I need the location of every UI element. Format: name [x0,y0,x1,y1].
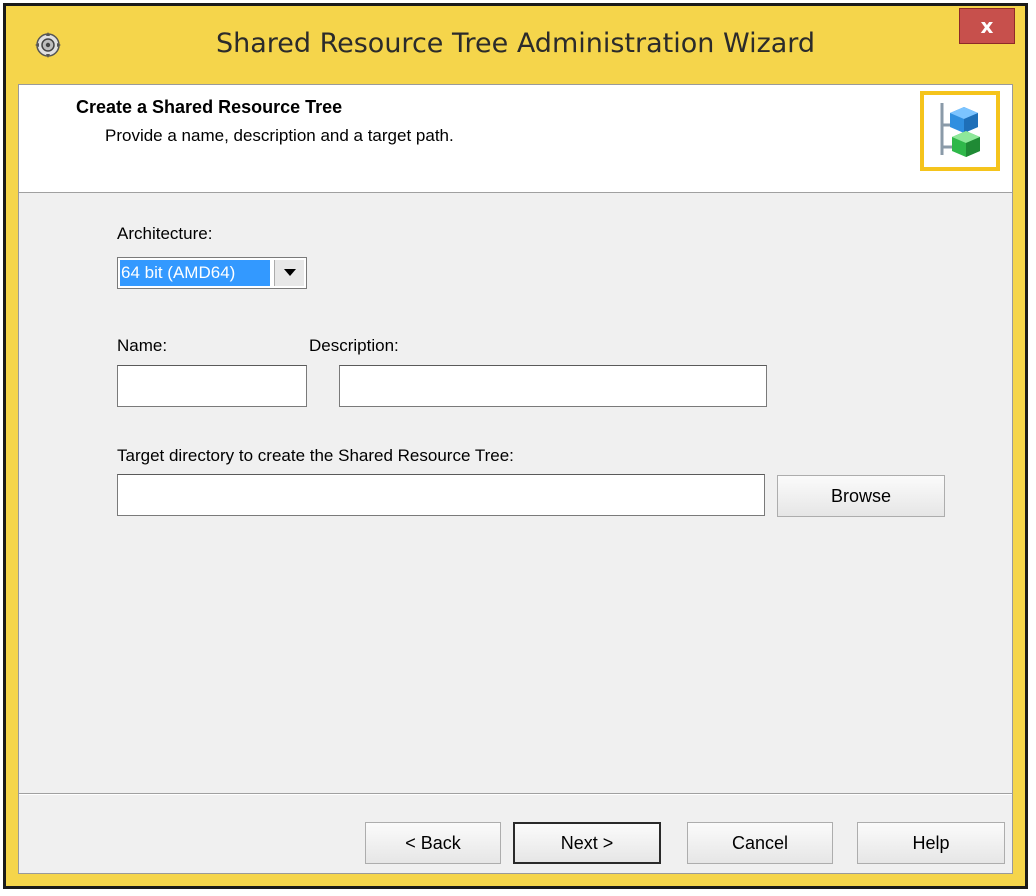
wizard-header: Create a Shared Resource Tree Provide a … [19,85,1012,193]
help-button[interactable]: Help [857,822,1005,864]
description-field[interactable] [339,365,767,407]
title-bar[interactable]: Shared Resource Tree Administration Wiza… [6,6,1025,84]
target-directory-label: Target directory to create the Shared Re… [117,446,514,465]
name-input[interactable] [118,366,306,406]
back-button[interactable]: < Back [365,822,501,864]
wizard-client-area: Create a Shared Resource Tree Provide a … [18,84,1013,874]
wizard-window: Shared Resource Tree Administration Wiza… [3,3,1028,889]
name-field[interactable] [117,365,307,407]
description-input[interactable] [340,366,766,406]
close-icon: x [980,14,994,38]
architecture-selected-value: 64 bit (AMD64) [120,260,270,286]
target-directory-field[interactable] [117,474,765,516]
page-subtitle: Provide a name, description and a target… [105,126,454,145]
chevron-down-icon [283,269,296,276]
tree-cubes-icon [940,103,980,157]
target-directory-input[interactable] [118,475,764,515]
window-title: Shared Resource Tree Administration Wiza… [215,28,816,59]
dropdown-button[interactable] [274,260,304,286]
page-title: Create a Shared Resource Tree [76,97,343,117]
next-button[interactable]: Next > [513,822,661,864]
close-button[interactable]: x [959,8,1015,44]
footer-divider [19,793,1012,795]
architecture-label: Architecture: [117,224,213,243]
description-label: Description: [309,336,399,355]
cancel-button[interactable]: Cancel [687,822,833,864]
architecture-select[interactable]: 64 bit (AMD64) [117,257,307,289]
name-label: Name: [117,336,168,355]
browse-button[interactable]: Browse [777,475,945,517]
shared-resource-tree-icon [920,91,1000,171]
